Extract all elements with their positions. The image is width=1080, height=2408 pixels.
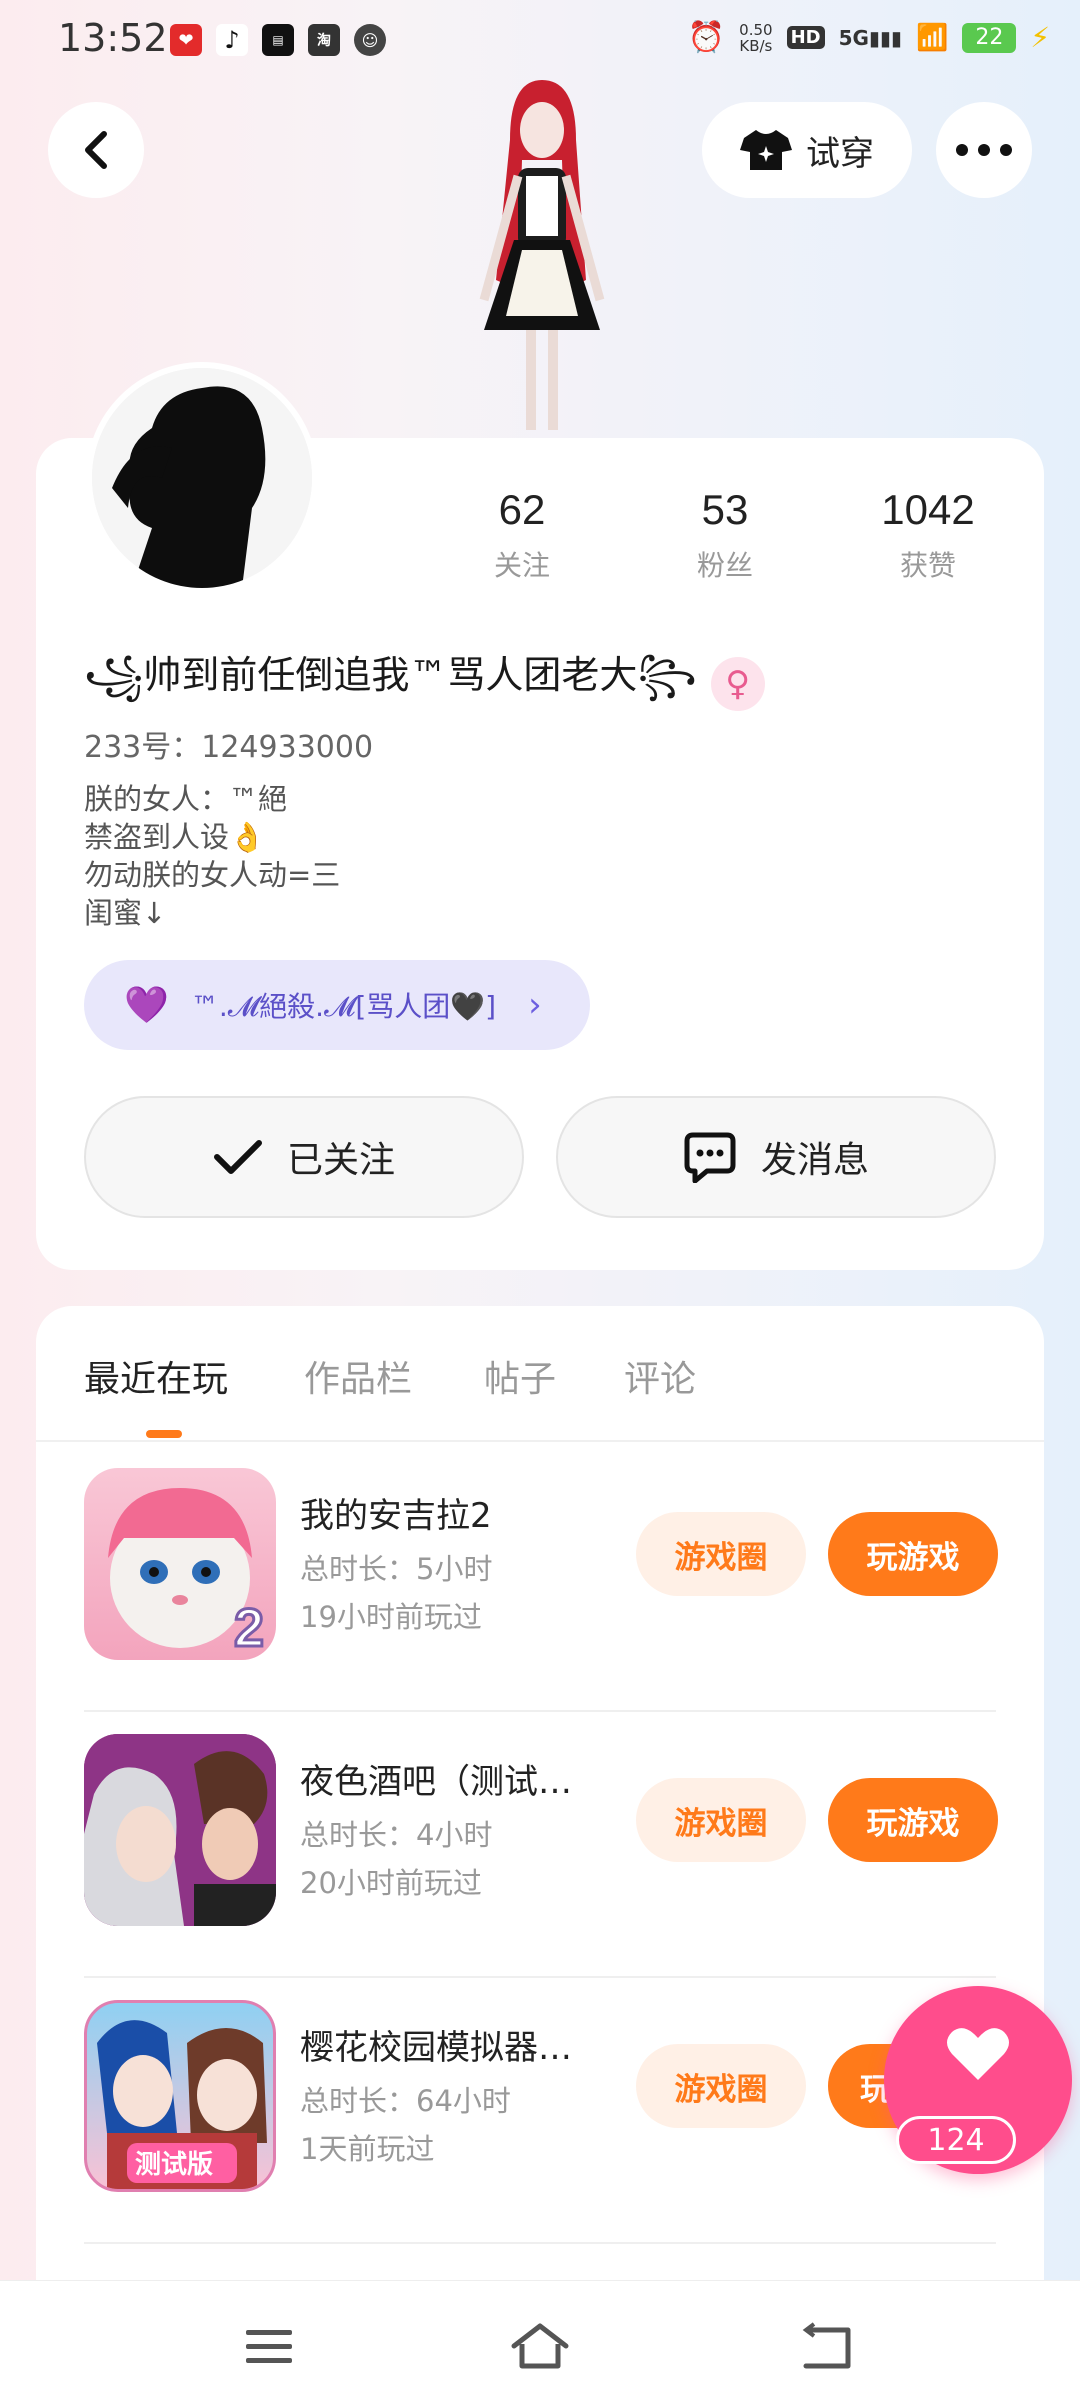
try-on-button[interactable]: 试穿: [702, 102, 912, 198]
chevron-right-icon: ›: [528, 985, 542, 1025]
profile-name-row: ꧁帅到前任倒追我™骂人团老大꧂ ♀: [84, 644, 765, 723]
game-duration: 总时长：4小时: [300, 1818, 493, 1852]
home-icon[interactable]: [508, 2322, 569, 2372]
game-row[interactable]: 夜色酒吧（测试… 总时长：4小时 20小时前玩过 游戏圈 玩游戏: [84, 1712, 998, 1978]
checkmark-icon: [213, 1140, 262, 1174]
game-circle-button[interactable]: 游戏圈: [636, 2044, 806, 2128]
signal-icon: 5G▮▮▮: [838, 25, 902, 50]
game-duration: 总时长：64小时: [300, 2084, 511, 2118]
message-button[interactable]: 发消息: [556, 1096, 996, 1218]
back-button[interactable]: [48, 102, 144, 198]
followed-button[interactable]: 已关注: [84, 1096, 524, 1218]
game-row[interactable]: 测试版 樱花校园模拟器… 总时长：64小时 1天前玩过 游戏圈 玩: [84, 1978, 998, 2244]
game-row[interactable]: 2 我的安吉拉2 总时长：5小时 19小时前玩过 游戏圈 玩游戏: [84, 1446, 998, 1712]
stat-following[interactable]: 62 关注: [432, 486, 612, 584]
profile-bio: 朕的女人：™絕 禁盗到人设👌 勿动朕的女人动=三 闺蜜↓: [84, 780, 340, 932]
try-on-label: 试穿: [806, 133, 874, 174]
bio-line: 朕的女人：™絕: [84, 782, 288, 816]
back-nav-icon[interactable]: [798, 2322, 858, 2372]
game-name: 樱花校园模拟器…: [300, 2028, 572, 2068]
angela-game-icon: 2: [84, 1468, 276, 1660]
game-name: 我的安吉拉2: [300, 1496, 492, 1536]
menu-icon[interactable]: [240, 2322, 300, 2372]
notification-icons: ❤ ♪ ▤ 淘 ☺: [170, 24, 386, 56]
game-last-played: 1天前玩过: [300, 2132, 435, 2166]
stat-value: 1042: [881, 486, 975, 533]
tab-works[interactable]: 作品栏: [304, 1350, 412, 1402]
tab-recently-played[interactable]: 最近在玩: [84, 1350, 228, 1402]
active-tab-indicator: [146, 1430, 182, 1438]
play-game-button[interactable]: 玩游戏: [828, 1778, 998, 1862]
bio-line: 禁盗到人设👌: [84, 820, 266, 854]
tab-comments[interactable]: 评论: [624, 1350, 696, 1402]
status-bar: 13:52 ❤ ♪ ▤ 淘 ☺ ⏰ 0.50 KB/s HD 5G▮▮▮ 📶 2…: [0, 0, 1080, 84]
system-status: ⏰ 0.50 KB/s HD 5G▮▮▮ 📶 22 ⚡: [688, 20, 1050, 55]
stat-value: 62: [498, 486, 546, 533]
game-circle-button[interactable]: 游戏圈: [636, 1778, 806, 1862]
svg-text:2: 2: [234, 1598, 264, 1658]
app-notification-icon: ▤: [262, 24, 294, 56]
chat-bubble-icon: [684, 1132, 736, 1183]
character-avatar: [430, 80, 650, 440]
sakura-school-game-icon: 测试版: [84, 2000, 276, 2192]
divider: [36, 1440, 1044, 1442]
bio-line: 勿动朕的女人动=三: [84, 858, 341, 892]
taobao-icon: 淘: [308, 24, 340, 56]
more-button[interactable]: [936, 102, 1032, 198]
stat-label: 粉丝: [696, 549, 753, 582]
like-count: 124: [896, 2116, 1016, 2164]
battery-icon: 22: [962, 22, 1017, 53]
game-last-played: 20小时前玩过: [300, 1866, 482, 1900]
game-name: 夜色酒吧（测试…: [300, 1762, 572, 1802]
message-label: 发消息: [760, 1140, 869, 1181]
stat-label: 关注: [493, 549, 550, 582]
group-badge[interactable]: 💜 ™.𝓜絕殺.𝓜[骂人团🖤] ›: [84, 960, 590, 1050]
stat-likes[interactable]: 1042 获赞: [838, 486, 1018, 584]
app-notification-icon: ☺: [354, 24, 386, 56]
night-bar-game-icon: [84, 1734, 276, 1926]
user-id: 233号：124933000: [84, 730, 374, 765]
tiktok-icon: ♪: [216, 24, 248, 56]
tab-posts[interactable]: 帖子: [484, 1350, 556, 1402]
back-arrow-icon: [85, 131, 107, 169]
stat-value: 53: [701, 486, 749, 533]
game-circle-button[interactable]: 游戏圈: [636, 1512, 806, 1596]
status-time: 13:52: [58, 16, 168, 60]
svg-text:测试版: 测试版: [135, 2150, 213, 2180]
network-speed: 0.50 KB/s: [739, 20, 773, 55]
hd-icon: HD: [786, 26, 825, 49]
heart-icon: [947, 2028, 1009, 2080]
play-game-button[interactable]: 玩游戏: [828, 1512, 998, 1596]
avatar-image: [92, 368, 312, 588]
bio-line: 闺蜜↓: [84, 896, 167, 930]
profile-name: ꧁帅到前任倒追我™骂人团老大꧂: [84, 653, 697, 697]
game-duration: 总时长：5小时: [300, 1552, 493, 1586]
avatar[interactable]: [86, 362, 318, 594]
stat-followers[interactable]: 53 粉丝: [635, 486, 815, 584]
charging-icon: ⚡: [1030, 21, 1050, 54]
purple-heart-icon: 💜: [124, 985, 169, 1026]
group-label: ™.𝓜絕殺.𝓜[骂人团🖤]: [190, 990, 497, 1023]
more-dots-icon: [956, 144, 1012, 156]
stat-label: 获赞: [899, 549, 956, 582]
female-gender-icon: ♀: [710, 656, 765, 711]
followed-label: 已关注: [286, 1140, 395, 1181]
app-notification-icon: ❤: [170, 24, 202, 56]
game-last-played: 19小时前玩过: [300, 1600, 482, 1634]
tshirt-icon: [740, 130, 792, 170]
alarm-icon: ⏰: [687, 20, 726, 55]
wifi-icon: 📶: [915, 22, 949, 53]
